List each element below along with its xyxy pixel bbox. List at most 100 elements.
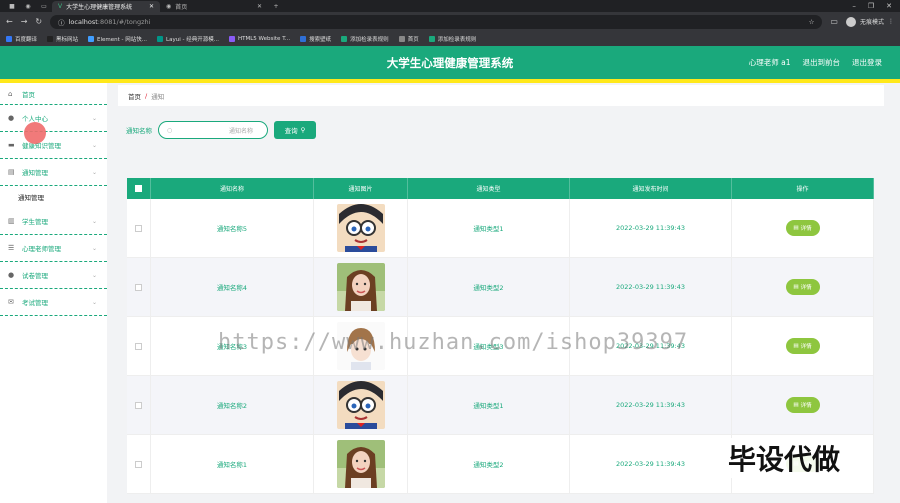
row-checkbox[interactable] (135, 283, 142, 291)
notice-type: 通知类型1 (408, 199, 570, 257)
details-button[interactable]: ▤详情 (785, 338, 820, 354)
tab-label: 大学生心理健康管理系统 (66, 3, 133, 11)
app-header: 大学生心理健康管理系统 心理老师 a1 退出到前台 退出登录 (0, 46, 900, 79)
chevron-down-icon: ⌄ (91, 168, 97, 176)
query-button[interactable]: 查询 ⚲ (274, 121, 316, 139)
tab-home[interactable]: ◉ 首页 ✕ (160, 1, 268, 12)
tab-strip: ■ ◉ ▭ V 大学生心理健康管理系统 ✕ ◉ 首页 ✕ + – ❐ ✕ (0, 0, 900, 12)
close-window-icon[interactable]: ✕ (886, 2, 892, 10)
sidebar-item-label: 试卷管理 (22, 272, 48, 280)
sidebar-item-0[interactable]: ⌂ 首页 (0, 83, 107, 105)
notice-type: 通知类型2 (408, 435, 570, 493)
bookmark-item[interactable]: 首页 (398, 35, 419, 43)
profile-button[interactable]: 无痕模式 ⋮ (845, 16, 894, 27)
url-field[interactable]: ⓘ localhost:8081/#/tongzhi ☆ (50, 14, 823, 29)
details-button[interactable]: ▤详情 (785, 279, 820, 295)
actions-cell: ▤详情 (732, 199, 874, 257)
notice-time: 2022-03-29 11:39:43 (570, 199, 732, 257)
select-all-checkbox[interactable] (135, 185, 142, 192)
minimize-icon[interactable]: – (852, 2, 856, 10)
row-checkbox[interactable] (135, 460, 142, 468)
bookmark-item[interactable]: 添加检录表规则 (428, 35, 476, 43)
logout-link[interactable]: 退出登录 (852, 57, 882, 68)
lock-icon: ▥ (8, 217, 15, 225)
home-icon: ⌂ (8, 89, 13, 98)
bookmark-item[interactable]: 搜索壁纸 (300, 35, 331, 43)
query-button-label: 查询 (284, 127, 298, 135)
row-checkbox[interactable] (135, 342, 142, 350)
profile-label: 无痕模式 (859, 19, 884, 26)
bookmark-item[interactable]: HTML5 Website T... (228, 35, 291, 42)
forward-icon[interactable]: → (21, 17, 28, 26)
tab-pinned-2[interactable]: ◉ (20, 1, 36, 12)
details-label: 详情 (800, 226, 812, 232)
chevron-down-icon: ⌄ (91, 141, 97, 149)
sidebar-item-5[interactable]: ☰ 心理老师管理 ⌄ (0, 235, 107, 262)
tab-active[interactable]: V 大学生心理健康管理系统 ✕ (52, 0, 160, 12)
maximize-icon[interactable]: ❐ (868, 2, 874, 10)
row-checkbox-cell (127, 376, 151, 434)
header-type[interactable]: 通知类型 (408, 178, 570, 199)
window-icon[interactable]: ▭ (830, 17, 838, 26)
sidebar-item-6[interactable]: ● 试卷管理 ⌄ (0, 262, 107, 289)
bookmark-icon (300, 35, 307, 42)
sidebar-item-4[interactable]: ▥ 学生管理 ⌄ (0, 208, 107, 235)
notice-picture-cell (314, 258, 408, 316)
row-checkbox[interactable] (135, 224, 142, 232)
row-checkbox-cell (127, 258, 151, 316)
search-form: 通知名称 ○ 通知名称 查询 ⚲ (126, 121, 316, 139)
breadcrumb-current: 通知 (151, 92, 165, 101)
header-name[interactable]: 通知名称 (151, 178, 314, 199)
star-icon[interactable]: ☆ (809, 18, 815, 26)
new-tab-button[interactable]: + (268, 1, 284, 12)
notice-time: 2022-03-29 11:39:43 (570, 258, 732, 316)
details-button[interactable]: ▤详情 (785, 397, 820, 413)
bookmark-item[interactable]: Layui - 经典开源模... (157, 35, 219, 43)
bookmark-item[interactable]: 添加检录表规则 (341, 35, 389, 43)
sidebar-item-7[interactable]: ✉ 考试管理 ⌄ (0, 289, 107, 316)
sidebar-item-2[interactable]: ▬ 健康知识管理 ⌄ (0, 132, 107, 159)
document-icon: ▤ (793, 284, 799, 290)
actions-cell: ▤详情 (732, 376, 874, 434)
current-user: 心理老师 a1 (748, 58, 791, 67)
plus-icon: + (273, 2, 279, 10)
close-icon[interactable]: ✕ (257, 3, 262, 10)
reload-icon[interactable]: ↻ (35, 17, 42, 26)
notice-picture-cell (314, 435, 408, 493)
row-checkbox[interactable] (135, 401, 142, 409)
chevron-down-icon: ⌄ (91, 114, 97, 122)
row-checkbox-cell (127, 317, 151, 375)
details-button[interactable]: ▤详情 (785, 220, 820, 236)
header-actions: 操作 (732, 178, 874, 199)
url-path: :8081/#/tongzhi (97, 17, 151, 26)
breadcrumb-home[interactable]: 首页 (128, 91, 141, 101)
sidebar-item-1[interactable]: ● 个人中心 ⌄ (0, 105, 107, 132)
bookmark-item[interactable]: 百度翻译 (6, 35, 37, 43)
document-icon: ▤ (8, 168, 15, 176)
back-to-front-link[interactable]: 退出到前台 (803, 57, 841, 68)
address-bar-row: ← → ↻ ⓘ localhost:8081/#/tongzhi ☆ ▭ 无痕模… (0, 12, 900, 31)
window-icon: ▭ (41, 2, 47, 10)
bookmark-icon (428, 35, 435, 42)
square-icon: ■ (9, 2, 15, 10)
menu-icon[interactable]: ⋮ (888, 18, 894, 25)
sidebar-item-3[interactable]: ▤ 通知管理 ⌄ (0, 159, 107, 186)
sidebar-subitem-notice[interactable]: 通知管理 (0, 186, 107, 208)
back-icon[interactable]: ← (6, 17, 13, 26)
bookmark-item[interactable]: Element - 网站快... (88, 35, 147, 43)
row-checkbox-cell (127, 435, 151, 493)
breadcrumb: 首页 / 通知 (118, 85, 884, 106)
tab-pinned-1[interactable]: ■ (4, 1, 20, 12)
bookmark-icon (6, 35, 12, 42)
corner-banner: 毕设代做 (724, 438, 845, 478)
search-input[interactable]: ○ 通知名称 (158, 121, 268, 139)
notice-type: 通知类型1 (408, 376, 570, 434)
bookmark-item[interactable]: 黑标网站 (47, 35, 78, 43)
notice-time: 2022-03-29 11:39:43 (570, 435, 732, 493)
tab-pinned-3[interactable]: ▭ (36, 1, 52, 12)
close-icon[interactable]: ✕ (149, 3, 154, 10)
notice-picture (336, 263, 385, 311)
url-host: localhost (68, 17, 98, 26)
header-time[interactable]: 通知发布时间 (570, 178, 732, 199)
bookmark-label: HTML5 Website T... (237, 35, 291, 42)
